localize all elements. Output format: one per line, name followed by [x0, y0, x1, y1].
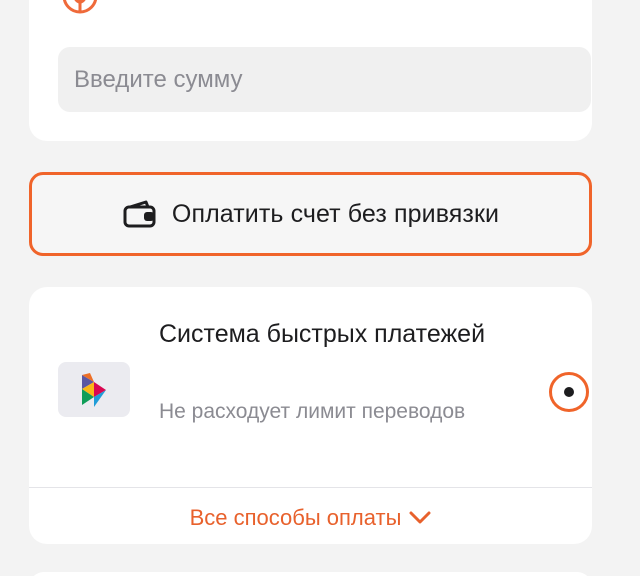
divider	[29, 487, 592, 488]
globe-icon	[63, 0, 97, 14]
pay-button-label: Оплатить счет без привязки	[171, 199, 500, 228]
payment-method-title: Система быстрых платежей	[159, 320, 486, 348]
radio-selected-dot	[564, 387, 574, 397]
payment-screen: Оплатить счет без привязки Система быстр…	[0, 0, 640, 576]
all-payment-methods-link[interactable]: Все способы оплаты	[29, 498, 592, 538]
payment-method-subtitle: Не расходует лимит переводов	[159, 400, 466, 423]
chevron-down-icon	[409, 511, 431, 524]
wallet-icon	[123, 200, 156, 228]
all-methods-label: Все способы оплаты	[189, 505, 402, 530]
payment-method-radio[interactable]	[549, 372, 589, 412]
pay-without-binding-button[interactable]: Оплатить счет без привязки	[29, 172, 592, 256]
next-card	[29, 572, 592, 576]
sbp-logo-icon	[82, 372, 106, 407]
amount-input[interactable]	[58, 47, 591, 112]
sbp-logo	[58, 362, 130, 417]
